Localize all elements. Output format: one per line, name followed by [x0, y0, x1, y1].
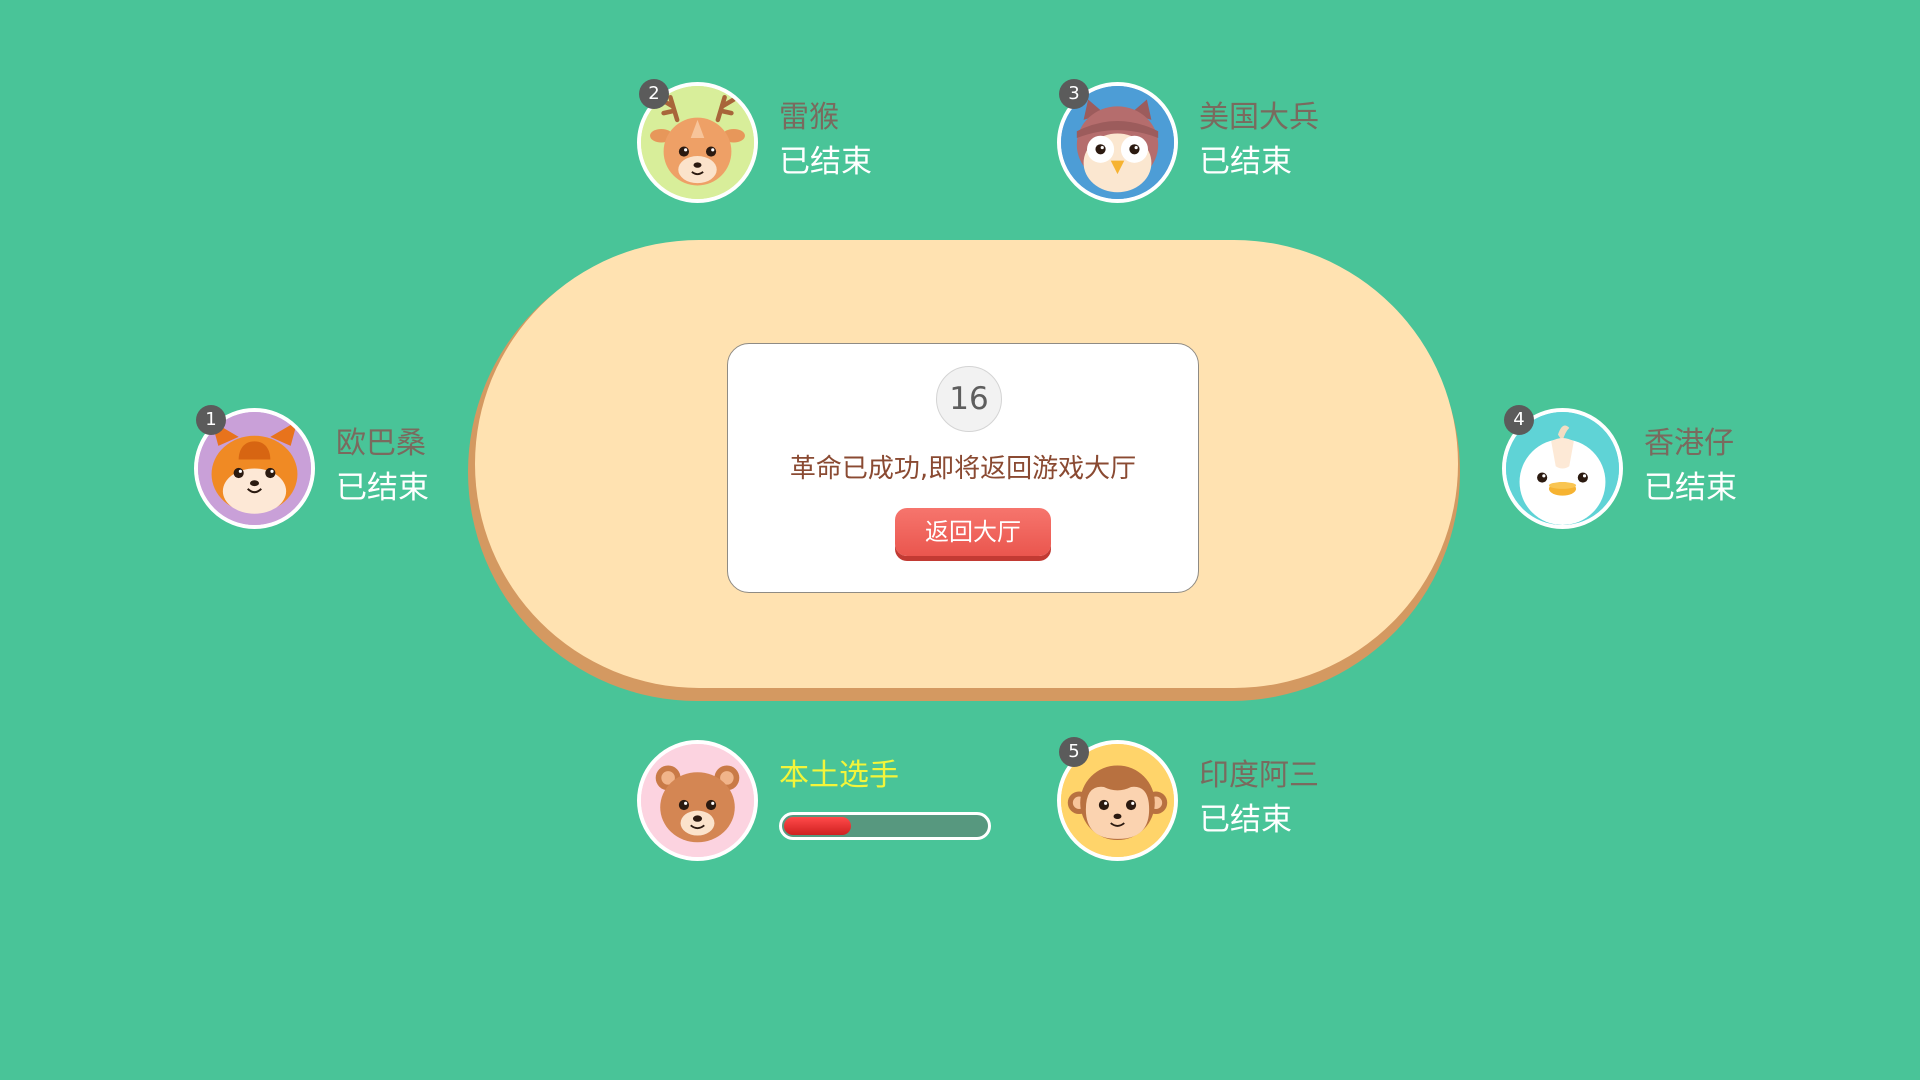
player-name: 雷猴 — [779, 100, 839, 135]
player-name: 香港仔 — [1644, 426, 1734, 461]
player-avatar[interactable] — [637, 740, 758, 861]
player-seat-2: 2 雷猴 已结束 — [637, 79, 957, 212]
bear-icon — [641, 744, 754, 857]
seat-number-badge: 4 — [1504, 405, 1534, 435]
player-status: 已结束 — [1199, 144, 1292, 180]
player-seat-1: 1 欧巴桑 已结束 — [194, 405, 514, 538]
seat-number-badge: 5 — [1059, 737, 1089, 767]
player-status: 已结束 — [779, 144, 872, 180]
seat-number-badge: 3 — [1059, 79, 1089, 109]
seat-number-badge: 2 — [639, 79, 669, 109]
player-seat-self: 本土选手 — [637, 740, 991, 870]
player-seat-4: 4 香港仔 已结束 — [1502, 405, 1822, 538]
return-to-lobby-button[interactable]: 返回大厅 — [895, 508, 1051, 556]
countdown-timer: 16 — [936, 366, 1002, 432]
seat-number-badge: 1 — [196, 405, 226, 435]
dialog-message: 革命已成功,即将返回游戏大厅 — [789, 454, 1137, 484]
turn-timer-bar — [779, 812, 991, 840]
player-seat-5: 5 印度阿三 已结束 — [1057, 737, 1377, 870]
result-dialog: 16 革命已成功,即将返回游戏大厅 返回大厅 — [727, 343, 1199, 593]
player-name: 欧巴桑 — [336, 426, 426, 461]
self-player-name: 本土选手 — [779, 758, 899, 793]
player-status: 已结束 — [1199, 802, 1292, 838]
player-name: 美国大兵 — [1199, 100, 1319, 135]
turn-timer-fill — [784, 817, 851, 835]
player-name: 印度阿三 — [1199, 758, 1319, 793]
player-status: 已结束 — [336, 470, 429, 506]
player-status: 已结束 — [1644, 470, 1737, 506]
player-seat-3: 3 美国大兵 已结束 — [1057, 79, 1377, 212]
